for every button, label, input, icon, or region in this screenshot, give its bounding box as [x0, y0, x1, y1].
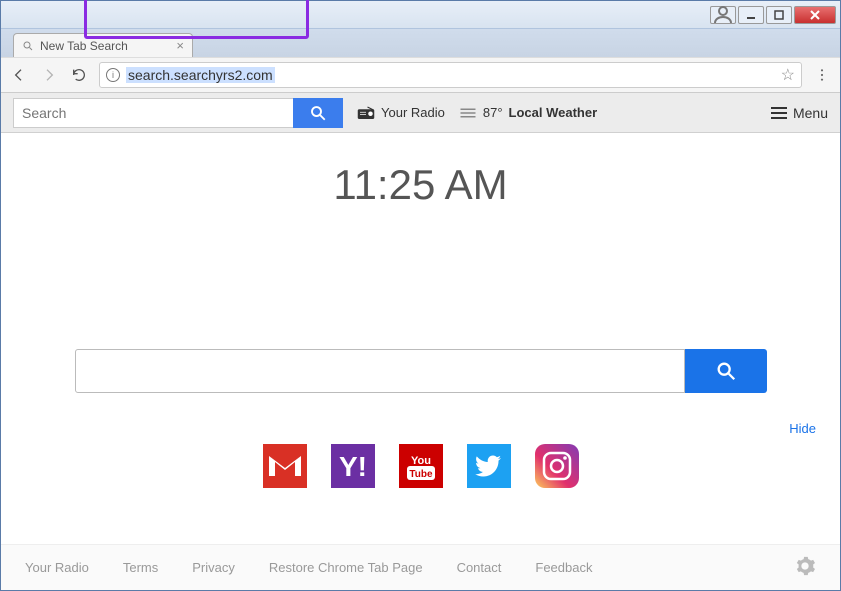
- back-button[interactable]: [9, 65, 29, 85]
- weather-link[interactable]: 87° Local Weather: [459, 105, 597, 120]
- instagram-icon[interactable]: [535, 444, 579, 488]
- forward-button[interactable]: [39, 65, 59, 85]
- info-icon[interactable]: i: [106, 68, 120, 82]
- main-search: [75, 349, 767, 393]
- temp-text: 87°: [483, 105, 503, 120]
- radio-icon: [357, 106, 375, 120]
- footer-terms-link[interactable]: Terms: [123, 560, 158, 575]
- window-titlebar: [1, 1, 840, 29]
- search-icon: [22, 40, 34, 52]
- toolbar-search: [13, 98, 343, 128]
- extension-toolbar: Your Radio 87° Local Weather Menu: [1, 93, 840, 133]
- page-content: 11:25 AM Hide Y! You Tube: [1, 133, 840, 544]
- footer-feedback-link[interactable]: Feedback: [535, 560, 592, 575]
- browser-menu-button[interactable]: [812, 65, 832, 85]
- radio-label: Your Radio: [381, 105, 445, 120]
- weather-label: Local Weather: [509, 105, 598, 120]
- tab-close-icon[interactable]: ×: [176, 38, 184, 53]
- twitter-icon[interactable]: [467, 444, 511, 488]
- hamburger-icon: [771, 106, 787, 120]
- settings-gear-icon[interactable]: [794, 555, 816, 580]
- weather-icon: [459, 106, 477, 120]
- toolbar-search-button[interactable]: [293, 98, 343, 128]
- page-footer: Your Radio Terms Privacy Restore Chrome …: [1, 544, 840, 590]
- footer-privacy-link[interactable]: Privacy: [192, 560, 235, 575]
- reload-button[interactable]: [69, 65, 89, 85]
- tab-title: New Tab Search: [40, 39, 128, 53]
- menu-button[interactable]: Menu: [771, 105, 828, 121]
- svg-text:Y!: Y!: [339, 451, 367, 482]
- footer-restore-link[interactable]: Restore Chrome Tab Page: [269, 560, 423, 575]
- clock-display: 11:25 AM: [333, 161, 507, 209]
- your-radio-link[interactable]: Your Radio: [357, 105, 445, 120]
- gmail-icon[interactable]: [263, 444, 307, 488]
- close-button[interactable]: [794, 6, 836, 24]
- maximize-button[interactable]: [766, 6, 792, 24]
- hide-link[interactable]: Hide: [789, 421, 816, 436]
- menu-label: Menu: [793, 105, 828, 121]
- main-search-input[interactable]: [75, 349, 685, 393]
- bookmark-star-icon[interactable]: ☆: [781, 65, 795, 85]
- address-bar[interactable]: i search.searchyrs2.com ☆: [99, 62, 802, 88]
- browser-tab[interactable]: New Tab Search ×: [13, 33, 193, 57]
- footer-radio-link[interactable]: Your Radio: [25, 560, 89, 575]
- minimize-button[interactable]: [738, 6, 764, 24]
- user-button[interactable]: [710, 6, 736, 24]
- toolbar-search-input[interactable]: [13, 98, 293, 128]
- svg-text:You: You: [411, 455, 431, 467]
- yahoo-icon[interactable]: Y!: [331, 444, 375, 488]
- tab-strip: New Tab Search ×: [1, 29, 840, 57]
- svg-text:Tube: Tube: [409, 469, 433, 480]
- url-text: search.searchyrs2.com: [126, 67, 275, 83]
- youtube-icon[interactable]: You Tube: [399, 444, 443, 488]
- main-search-button[interactable]: [685, 349, 767, 393]
- browser-navbar: i search.searchyrs2.com ☆: [1, 57, 840, 93]
- footer-contact-link[interactable]: Contact: [457, 560, 502, 575]
- quick-links-row: Y! You Tube: [263, 444, 579, 488]
